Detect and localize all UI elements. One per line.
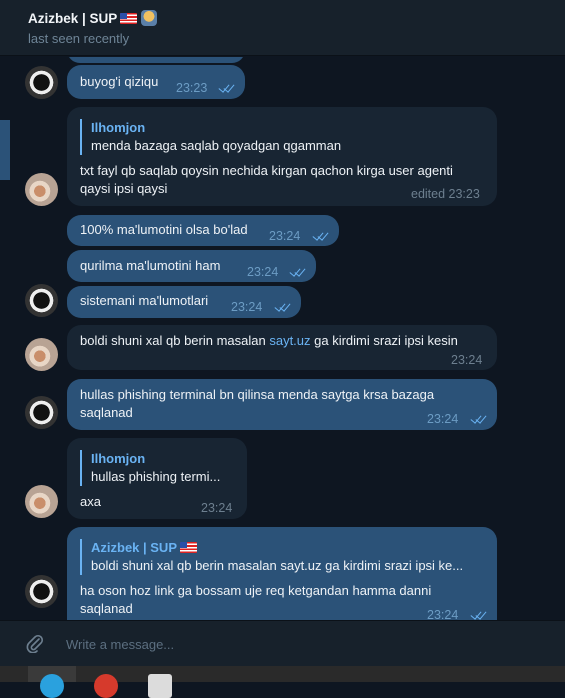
taskbar-app-browser[interactable] bbox=[82, 666, 130, 698]
message-text: qaysi ipsi qaysi bbox=[80, 181, 168, 196]
message-text: saqlanad bbox=[80, 405, 133, 420]
message-bubble[interactable]: 100% ma'lumotini olsa bo'lad 23:24 bbox=[67, 215, 339, 246]
message-bubble-partial[interactable] bbox=[67, 57, 245, 63]
browser-icon bbox=[94, 674, 118, 698]
taskbar-app-telegram[interactable] bbox=[28, 666, 76, 698]
message-time: 23:24 bbox=[269, 229, 301, 243]
files-icon bbox=[148, 674, 172, 698]
message-text: boldi shuni xal qb berin masalan sayt.uz… bbox=[80, 333, 458, 348]
double-check-icon bbox=[290, 266, 308, 277]
message-bubble[interactable]: boldi shuni xal qb berin masalan sayt.uz… bbox=[67, 325, 497, 370]
us-flag-icon bbox=[180, 542, 197, 553]
message-time: 23:24 bbox=[427, 608, 459, 620]
double-check-icon bbox=[275, 301, 293, 312]
message-text: sistemani ma'lumotlari bbox=[80, 293, 209, 308]
double-check-icon bbox=[219, 82, 237, 93]
avatar[interactable] bbox=[25, 66, 58, 99]
double-check-icon bbox=[471, 413, 489, 424]
reply-quote[interactable]: Ilhomjon hullas phishing termi... bbox=[80, 450, 220, 486]
emoji-icon bbox=[141, 10, 158, 26]
message-bubble[interactable]: sistemani ma'lumotlari 23:24 bbox=[67, 286, 301, 318]
reply-text: hullas phishing termi... bbox=[91, 469, 221, 484]
taskbar bbox=[0, 666, 565, 698]
reply-quote[interactable]: Ilhomjon menda bazaga saqlab qoyadgan qg… bbox=[80, 119, 341, 155]
message-bubble[interactable]: buyog'i qiziqu 23:23 bbox=[67, 65, 245, 99]
avatar[interactable] bbox=[25, 284, 58, 317]
composer bbox=[0, 620, 565, 666]
message-input[interactable] bbox=[64, 633, 528, 655]
message-link[interactable]: sayt.uz bbox=[269, 333, 310, 348]
avatar[interactable] bbox=[25, 173, 58, 206]
reply-text: menda bazaga saqlab qoyadgan qgamman bbox=[91, 138, 342, 153]
message-time: 23:24 bbox=[231, 300, 263, 314]
chat-status: last seen recently bbox=[28, 31, 130, 46]
reply-text: boldi shuni xal qb berin masalan sayt.uz… bbox=[91, 558, 464, 573]
message-bubble[interactable]: qurilma ma'lumotini ham 23:24 bbox=[67, 250, 316, 282]
message-text: qurilma ma'lumotini ham bbox=[80, 258, 221, 273]
message-text: buyog'i qiziqu bbox=[80, 74, 159, 89]
message-bubble[interactable]: Azizbek | SUP boldi shuni xal qb berin m… bbox=[67, 527, 497, 620]
message-time: 23:24 bbox=[427, 412, 459, 426]
message-edited-time: edited 23:23 bbox=[411, 187, 480, 201]
message-text: hullas phishing terminal bn qilinsa mend… bbox=[80, 387, 435, 402]
double-check-icon bbox=[313, 230, 331, 241]
message-text: 100% ma'lumotini olsa bo'lad bbox=[80, 222, 248, 237]
chat-title[interactable]: Azizbek | SUP bbox=[28, 10, 158, 26]
avatar[interactable] bbox=[25, 485, 58, 518]
chat-header[interactable]: Azizbek | SUP last seen recently bbox=[0, 0, 565, 56]
message-text: axa bbox=[80, 494, 101, 509]
reply-author: Ilhomjon bbox=[91, 451, 146, 466]
avatar[interactable] bbox=[25, 575, 58, 608]
reply-author: Ilhomjon bbox=[91, 120, 146, 135]
message-text: saqlanad bbox=[80, 601, 133, 616]
reply-author: Azizbek | SUP bbox=[91, 539, 463, 557]
avatar[interactable] bbox=[25, 396, 58, 429]
paperclip-icon[interactable] bbox=[25, 633, 45, 653]
message-time: 23:23 bbox=[176, 81, 208, 95]
reply-quote[interactable]: Azizbek | SUP boldi shuni xal qb berin m… bbox=[80, 539, 463, 575]
taskbar-app-files[interactable] bbox=[136, 666, 184, 698]
avatar[interactable] bbox=[25, 338, 58, 371]
us-flag-icon bbox=[120, 13, 138, 24]
message-time: 23:24 bbox=[201, 501, 233, 515]
telegram-icon bbox=[40, 674, 64, 698]
message-bubble[interactable]: Ilhomjon menda bazaga saqlab qoyadgan qg… bbox=[67, 107, 497, 206]
message-time: 23:24 bbox=[451, 353, 483, 367]
message-bubble[interactable]: hullas phishing terminal bn qilinsa mend… bbox=[67, 379, 497, 430]
message-text: txt fayl qb saqlab qoysin nechida kirgan… bbox=[80, 163, 453, 178]
message-list[interactable]: buyog'i qiziqu 23:23 Ilhomjon menda baza… bbox=[0, 57, 565, 620]
message-time: 23:24 bbox=[247, 265, 279, 279]
message-bubble[interactable]: Ilhomjon hullas phishing termi... axa 23… bbox=[67, 438, 247, 519]
double-check-icon bbox=[471, 609, 489, 620]
message-text: ha oson hoz link ga bossam uje req ketga… bbox=[80, 583, 432, 598]
